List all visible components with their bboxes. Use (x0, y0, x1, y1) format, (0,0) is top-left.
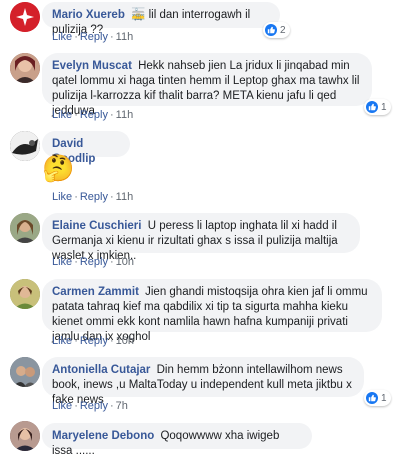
avatar[interactable] (10, 2, 40, 32)
comment-bubble: Maryelene Debono Qoqowwww xha iwigeb iss… (42, 423, 312, 457)
thinking-emoji: 🤔 (42, 153, 75, 183)
avatar[interactable] (10, 131, 40, 161)
like-reaction-icon (366, 101, 378, 113)
reaction-number: 1 (381, 101, 387, 113)
profile-photo-icon (10, 131, 40, 161)
cross-logo-icon (10, 2, 40, 32)
tram-emoji: 🚋 (131, 9, 146, 21)
reply-link[interactable]: Reply (80, 109, 108, 121)
reply-link[interactable]: Reply (80, 31, 108, 43)
avatar[interactable] (10, 421, 40, 451)
like-link[interactable]: Like (52, 191, 72, 203)
commenter-name[interactable]: Mario Xuereb (52, 9, 125, 21)
profile-photo-icon (10, 213, 40, 243)
reply-link[interactable]: Reply (80, 400, 108, 412)
profile-photo-icon (10, 53, 40, 83)
comment-bubble: Antoniella Cutajar Din hemm bżonn intell… (42, 357, 364, 406)
avatar[interactable] (10, 357, 40, 387)
reaction-number: 1 (381, 392, 387, 404)
comment-actions: Like · Reply · 11h (52, 191, 134, 203)
profile-photo-icon (10, 421, 40, 451)
reply-link[interactable]: Reply (80, 335, 108, 347)
commenter-name[interactable]: Carmen Zammit (52, 286, 139, 298)
comment-actions: Like · Reply · 11h (52, 31, 134, 43)
comment-actions: Like · Reply · 7h (52, 400, 128, 412)
timestamp[interactable]: 10h (116, 335, 134, 347)
timestamp[interactable]: 11h (116, 191, 134, 203)
like-link[interactable]: Like (52, 31, 72, 43)
comment-actions: Like · Reply · 10h (52, 335, 135, 347)
reaction-number: 2 (280, 24, 286, 36)
profile-photo-icon (10, 279, 40, 309)
like-link[interactable]: Like (52, 400, 72, 412)
avatar[interactable] (10, 53, 40, 83)
like-link[interactable]: Like (52, 109, 72, 121)
comment-bubble: Mario Xuereb 🚋 lil dan interrogawh il pu… (42, 2, 280, 36)
comment-bubble: Evelyn Muscat Hekk nahseb jien La jridux… (42, 53, 372, 117)
timestamp[interactable]: 10h (116, 256, 134, 268)
like-reaction-icon (265, 24, 277, 36)
timestamp[interactable]: 7h (116, 400, 128, 412)
timestamp[interactable]: 11h (116, 31, 134, 43)
reaction-count[interactable]: 2 (263, 22, 290, 38)
reaction-count[interactable]: 1 (364, 390, 391, 406)
comment-bubble: Carmen Zammit Jien ghandi mistoqsija ohr… (42, 279, 382, 343)
reaction-count[interactable]: 1 (364, 99, 391, 115)
avatar[interactable] (10, 279, 40, 309)
reply-link[interactable]: Reply (80, 256, 108, 268)
comment-actions: Like · Reply · 11h (52, 109, 134, 121)
commenter-name[interactable]: Elaine Cuschieri (52, 220, 141, 232)
like-link[interactable]: Like (52, 335, 72, 347)
comment-actions: Like · Reply · 10h (52, 256, 135, 268)
commenter-name[interactable]: Evelyn Muscat (52, 60, 132, 72)
commenter-name[interactable]: Maryelene Debono (52, 430, 154, 442)
like-reaction-icon (366, 392, 378, 404)
timestamp[interactable]: 11h (116, 109, 134, 121)
reply-link[interactable]: Reply (80, 191, 108, 203)
avatar[interactable] (10, 213, 40, 243)
like-link[interactable]: Like (52, 256, 72, 268)
profile-photo-icon (10, 357, 40, 387)
commenter-name[interactable]: Antoniella Cutajar (52, 364, 150, 376)
comment-bubble: Elaine Cuschieri U peress li laptop ingh… (42, 213, 360, 262)
